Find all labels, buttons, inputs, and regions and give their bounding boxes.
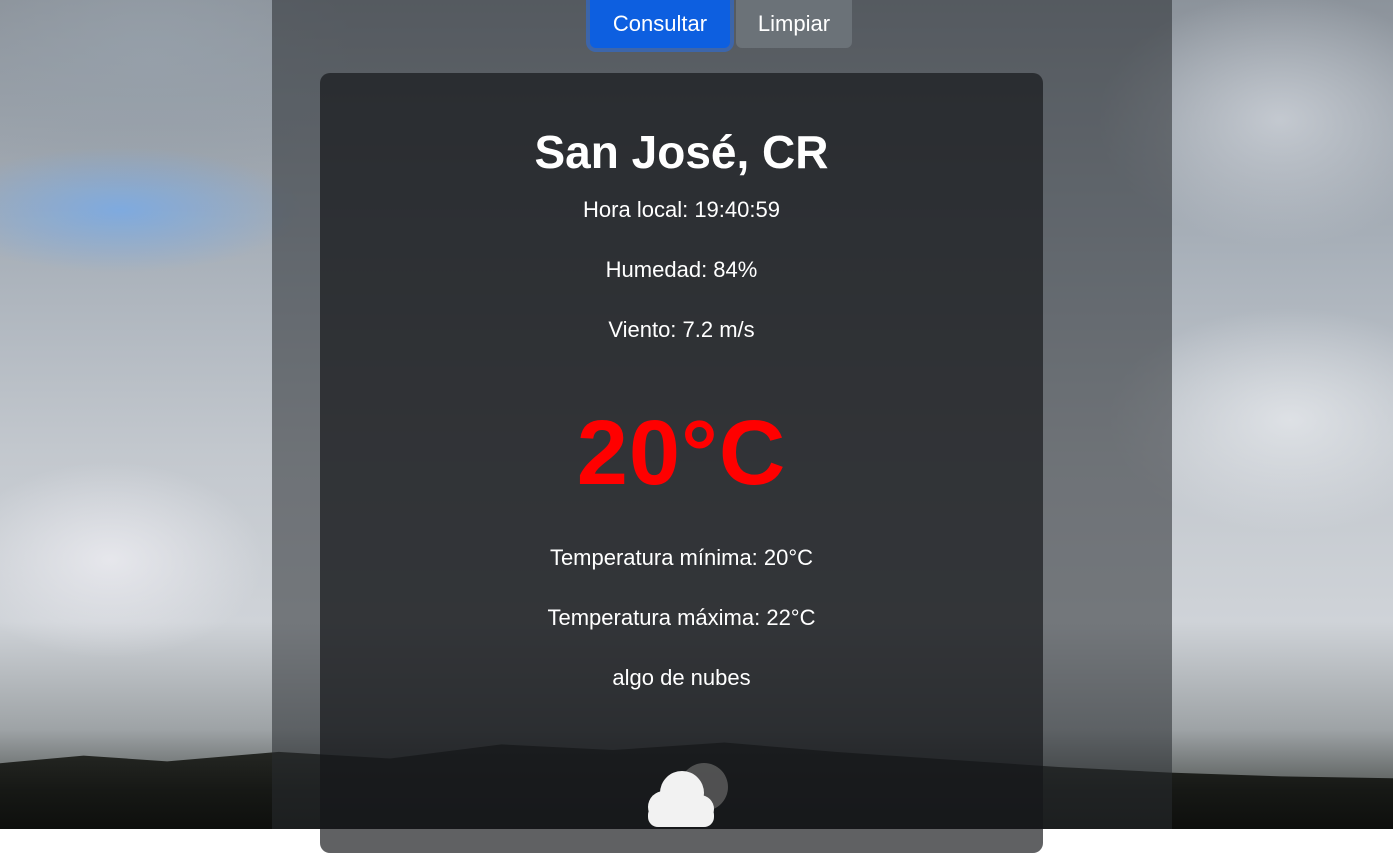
limpiar-button[interactable]: Limpiar xyxy=(736,0,852,48)
weather-description: algo de nubes xyxy=(612,665,751,690)
temperature-min: Temperatura mínima: 20°C xyxy=(549,545,814,570)
wind-speed: Viento: 7.2 m/s xyxy=(608,317,755,342)
city-title: San José, CR xyxy=(534,126,829,178)
weather-card: San José, CR Hora local: 19:40:59 Humeda… xyxy=(320,73,1043,853)
current-temperature: 20°C xyxy=(576,402,787,504)
consultar-button[interactable]: Consultar xyxy=(590,0,730,48)
local-time: Hora local: 19:40:59 xyxy=(583,197,780,222)
temperature-max: Temperatura máxima: 22°C xyxy=(547,605,816,630)
partly-cloudy-night-icon xyxy=(648,763,728,827)
humidity: Humedad: 84% xyxy=(605,257,758,282)
